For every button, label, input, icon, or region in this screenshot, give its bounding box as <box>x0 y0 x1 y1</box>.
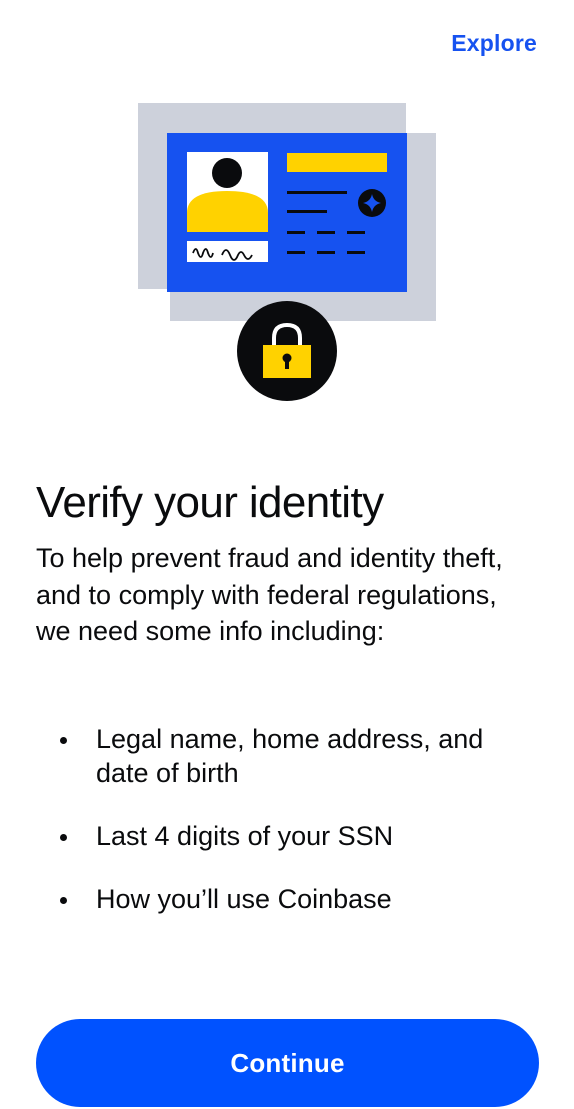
list-item: Last 4 digits of your SSN <box>36 819 536 853</box>
bullet-icon <box>60 737 67 744</box>
intro-text: To help prevent fraud and identity theft… <box>36 543 503 646</box>
bullet-icon <box>60 834 67 841</box>
identity-illustration <box>138 103 436 401</box>
id-card-icon <box>167 133 407 292</box>
explore-link[interactable]: Explore <box>451 30 537 57</box>
lock-icon <box>237 301 337 401</box>
requirement-text: How you’ll use Coinbase <box>96 884 392 914</box>
signature-icon <box>187 241 268 262</box>
page-title: Verify your identity <box>36 478 384 527</box>
star-badge-icon <box>358 189 386 217</box>
requirements-list: Legal name, home address, and date of bi… <box>36 722 536 945</box>
continue-button[interactable]: Continue <box>36 1019 539 1107</box>
list-item: Legal name, home address, and date of bi… <box>36 722 536 790</box>
requirement-text: Legal name, home address, and date of bi… <box>96 724 484 788</box>
bullet-icon <box>60 897 67 904</box>
requirement-text: Last 4 digits of your SSN <box>96 821 394 851</box>
list-item: How you’ll use Coinbase <box>36 882 536 916</box>
